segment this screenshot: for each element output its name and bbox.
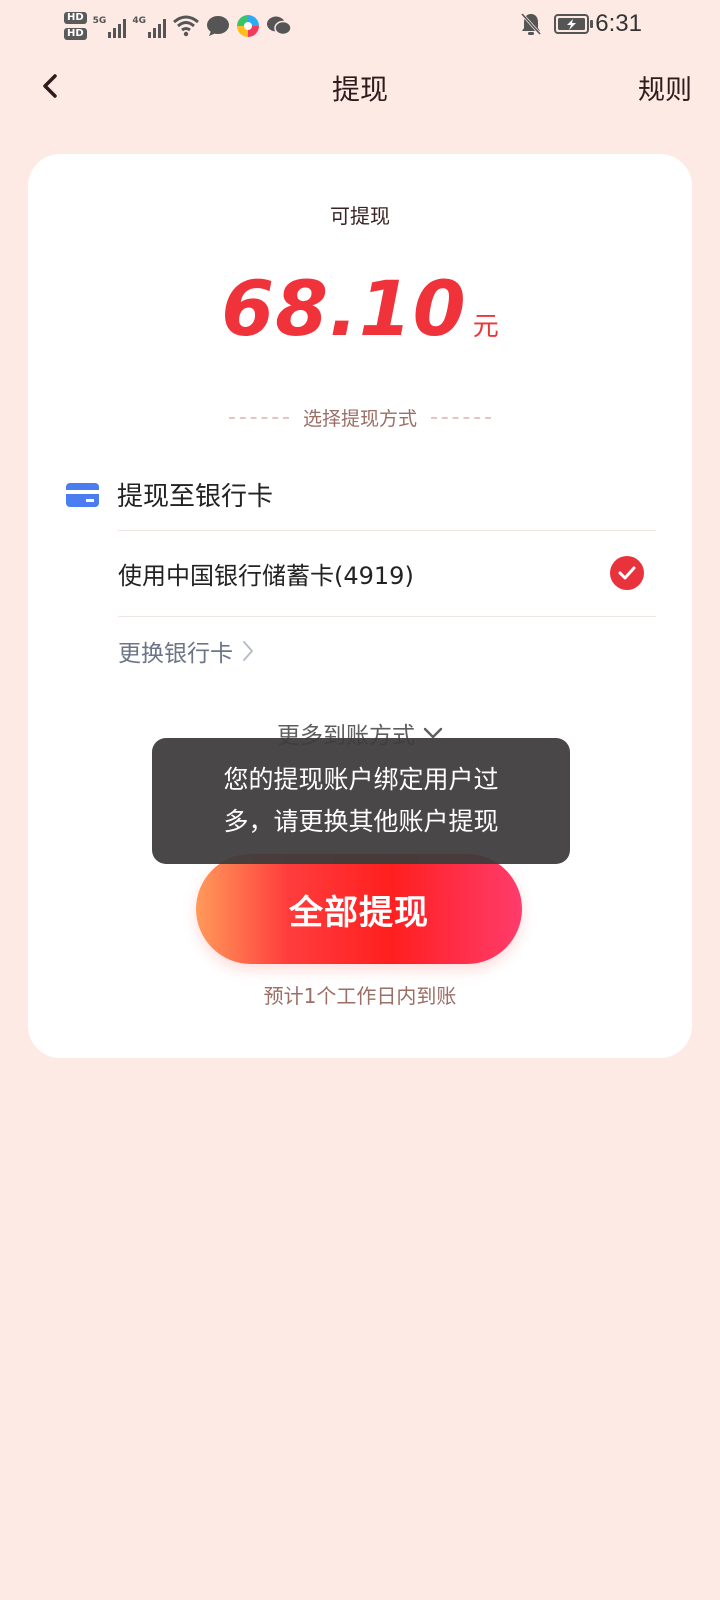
- bell-muted-icon: [520, 12, 542, 36]
- toast-message: 您的提现账户绑定用户过多，请更换其他账户提现: [223, 765, 499, 836]
- hd-badge-sim2: HD: [64, 28, 87, 40]
- signal-5g: 5G: [93, 14, 127, 38]
- arrival-eta: 预计1个工作日内到账: [263, 984, 457, 1008]
- selected-card-label: 使用中国银行储蓄卡(4919): [118, 561, 414, 590]
- signal-bars-icon: [108, 19, 127, 38]
- status-bar: HD HD 5G 4G 6:31: [0, 0, 720, 48]
- divider-dash-left: [228, 416, 289, 419]
- battery-charging-icon: [554, 14, 593, 34]
- error-toast: 您的提现账户绑定用户过多，请更换其他账户提现: [152, 738, 570, 864]
- available-label: 可提现: [330, 204, 390, 228]
- hd-badge-sim1: HD: [64, 12, 87, 24]
- wechat-icon: [266, 16, 292, 36]
- withdraw-all-button[interactable]: 全部提现: [196, 854, 522, 964]
- bank-card-icon: [66, 482, 99, 507]
- check-icon: [610, 556, 644, 590]
- hd-badges: HD HD: [64, 12, 87, 40]
- signal-4g: 4G: [132, 14, 166, 38]
- withdraw-card: 可提现 68.10 元 选择提现方式 提现至银行卡 使用中国银行储蓄卡(4919)…: [28, 154, 692, 1058]
- app-colorful-icon: [236, 15, 259, 37]
- divider-dash-right: [431, 416, 491, 419]
- balance-amount-row: 68.10 元: [28, 264, 692, 353]
- status-right-group: [520, 8, 594, 40]
- change-card-label: 更换银行卡: [118, 641, 233, 667]
- separator: [118, 616, 656, 617]
- page-title: 提现: [331, 73, 388, 106]
- signal-bars-icon: [147, 19, 166, 38]
- withdraw-all-label: 全部提现: [289, 892, 429, 933]
- method-section-divider: 选择提现方式: [28, 404, 692, 431]
- chevron-right-icon: [243, 641, 253, 661]
- net-5g-label: 5G: [92, 16, 107, 26]
- balance-unit: 元: [472, 312, 499, 342]
- rules-link[interactable]: 规则: [638, 68, 692, 107]
- status-time: 6:31: [595, 10, 642, 37]
- status-left-group: HD HD 5G 4G: [64, 6, 292, 46]
- message-bubble-icon: [206, 16, 229, 36]
- wifi-icon: [173, 15, 199, 37]
- selected-bank-card-option[interactable]: 使用中国银行储蓄卡(4919): [118, 530, 656, 616]
- bank-card-method-header: 提现至银行卡: [66, 476, 273, 513]
- net-4g-label: 4G: [132, 16, 146, 26]
- method-section-label: 选择提现方式: [302, 408, 417, 430]
- bank-method-title: 提现至银行卡: [117, 482, 274, 512]
- app-header: 提现 规则: [0, 48, 720, 128]
- balance-amount: 68.10: [221, 264, 467, 353]
- change-bank-card-link[interactable]: 更换银行卡: [118, 634, 255, 668]
